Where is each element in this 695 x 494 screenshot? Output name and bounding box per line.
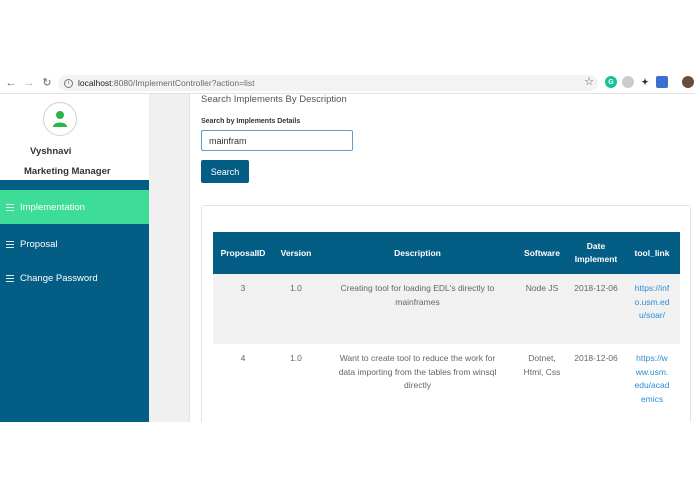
cell-version: 1.0 [290,283,302,293]
cell-description: Creating tool for loading EDL's directly… [340,283,495,307]
results-table: ProposalID Version Description Software … [213,232,680,414]
column-header-date-implement: Date Implement [574,241,618,264]
sidebar-item-label: Change Password [20,272,98,284]
sidebar-nav: Implementation Proposal Change Password [0,180,149,422]
column-header-version: Version [280,247,312,258]
sidebar-item-change-password[interactable]: Change Password [0,261,149,295]
results-card: ProposalID Version Description Software … [201,205,691,422]
column-header-tool-link: tool_link [634,247,670,258]
url-path: :8080/ImplementController?action=list [111,78,255,88]
search-button[interactable]: Search [201,160,249,183]
column-header-software: Software [524,247,560,258]
cell-software: Dotnet, Html, Css [523,353,561,377]
sidebar-item-proposal[interactable]: Proposal [0,227,149,261]
address-bar[interactable]: i localhost:8080/ImplementController?act… [58,75,598,91]
sidebar-item-label: Implementation [20,201,85,213]
back-arrow-icon[interactable]: ← [4,76,18,90]
list-icon [6,203,14,211]
list-icon [6,240,14,248]
extension-shield-icon[interactable] [656,76,668,88]
tool-link[interactable]: https://www.usm.edu/academics [624,344,680,414]
cell-date: 2018-12-06 [574,353,618,363]
cell-software: Node JS [525,283,559,293]
user-role: Marketing Manager [24,166,111,177]
cell-date: 2018-12-06 [574,283,618,293]
column-header-proposalid: ProposalID [220,247,266,258]
info-icon[interactable]: i [64,78,73,88]
cell-version: 1.0 [290,353,302,363]
table-header-row: ProposalID Version Description Software … [213,232,680,274]
cell-proposal-id: 3 [240,283,246,293]
user-avatar-icon [43,102,77,136]
app-screen: ← → ↻ i localhost:8080/ImplementControll… [0,72,695,422]
sidebar-item-label: Proposal [20,238,58,250]
extension-pin-icon[interactable]: ✦ [639,76,651,88]
url-host: localhost [78,78,112,88]
table-row: 3 1.0 Creating tool for loading EDL's di… [213,274,680,344]
forward-arrow-icon[interactable]: → [22,76,36,90]
tool-link[interactable]: https://info.usm.edu/soar/ [624,274,680,344]
browser-toolbar: ← → ↻ i localhost:8080/ImplementControll… [0,72,695,94]
bookmark-star-icon[interactable]: ☆ [584,75,594,88]
extension-circle-icon[interactable] [622,76,634,88]
list-icon [6,274,14,282]
sidebar: Vyshnavi Marketing Manager Implementatio… [0,94,149,422]
column-header-description: Description [394,247,441,258]
reload-icon[interactable]: ↻ [40,76,54,90]
sidebar-item-implementation[interactable]: Implementation [0,190,149,224]
main-content: Search Implements By Description Search … [190,94,695,422]
search-input[interactable] [201,130,353,151]
search-label: Search by Implements Details [201,118,301,125]
cell-description: Want to create tool to reduce the work f… [338,353,497,390]
content-gutter [149,94,190,422]
table-row: 4 1.0 Want to create tool to reduce the … [213,344,680,414]
profile-avatar-icon[interactable] [682,76,694,88]
cell-proposal-id: 4 [240,353,246,363]
grammarly-extension-icon[interactable]: G [605,76,617,88]
user-name: Vyshnavi [30,146,72,157]
page-title: Search Implements By Description [201,94,347,105]
